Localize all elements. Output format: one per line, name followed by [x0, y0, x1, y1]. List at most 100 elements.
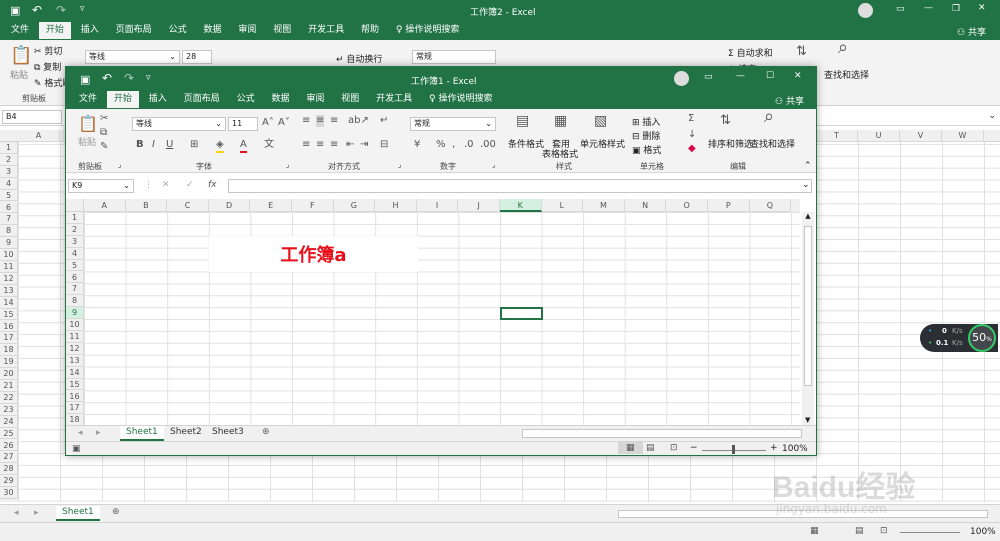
front-tab-view[interactable]: 视图 — [334, 91, 366, 108]
back-row-header[interactable]: 2 — [0, 153, 18, 166]
front-col-header[interactable]: I — [416, 199, 459, 212]
back-row-header[interactable]: 6 — [0, 201, 18, 214]
front-zoom-thumb[interactable] — [732, 445, 735, 454]
back-row-header[interactable]: 27 — [0, 451, 18, 464]
back-zoom-level[interactable]: 100% — [970, 527, 996, 537]
tab-page-layout[interactable]: 页面布局 — [109, 22, 159, 39]
back-row-header[interactable]: 26 — [0, 439, 18, 452]
front-row-header[interactable]: 17 — [66, 402, 84, 415]
front-tab-data[interactable]: 数据 — [264, 91, 296, 108]
back-font-name-select[interactable]: 等线 ⌄ — [85, 50, 180, 64]
back-col-header[interactable]: W — [942, 130, 984, 142]
back-font-size-select[interactable]: 28 — [182, 50, 212, 64]
formula-input[interactable] — [228, 179, 812, 193]
conditional-format-label[interactable]: 条件格式 — [508, 137, 544, 150]
front-font-size-select[interactable]: 11 — [228, 117, 258, 131]
front-tell-me-search[interactable]: ♀ 操作说明搜索 — [422, 91, 499, 108]
back-row-header[interactable]: 14 — [0, 296, 18, 309]
front-col-header[interactable]: M — [583, 199, 625, 212]
back-col-header[interactable]: T — [816, 130, 858, 142]
insert-function-icon[interactable]: fx — [208, 180, 217, 190]
front-tab-insert[interactable]: 插入 — [142, 91, 174, 108]
scroll-down-icon[interactable]: ▼ — [805, 416, 810, 424]
front-name-box[interactable]: K9 ⌄ — [68, 179, 134, 193]
cells-insert-button[interactable]: ⊞ 插入 — [632, 115, 660, 128]
wrap-text-button[interactable]: ↵ 自动换行 — [336, 52, 382, 65]
font-launcher-icon[interactable]: ⌟ — [286, 161, 289, 169]
front-row-header[interactable]: 12 — [66, 342, 84, 355]
undo-icon[interactable]: ↶ — [32, 3, 42, 17]
front-row-header[interactable]: 9 — [66, 307, 84, 320]
front-tab-next-icon[interactable]: ▸ — [96, 428, 101, 438]
back-find-icon[interactable]: ⌕ — [838, 39, 848, 57]
back-row-header[interactable]: 9 — [0, 237, 18, 250]
comma-icon[interactable]: , — [452, 139, 455, 151]
back-page-break-icon[interactable]: ⊡ — [880, 526, 888, 536]
front-row-header[interactable]: 1 — [66, 212, 84, 224]
front-zoom-in-icon[interactable]: + — [770, 443, 778, 453]
currency-icon[interactable]: ¥ — [414, 139, 420, 151]
front-close-icon[interactable]: ✕ — [794, 71, 802, 81]
front-user-avatar[interactable] — [674, 71, 689, 86]
back-sheet-tab-1[interactable]: Sheet1 — [56, 506, 100, 521]
autosum-button[interactable]: Σ 自动求和 — [728, 46, 773, 59]
scroll-up-icon[interactable]: ▲ — [802, 212, 814, 220]
front-row-header[interactable]: 6 — [66, 271, 84, 284]
wrap-text-icon[interactable]: ↵ — [380, 115, 388, 127]
front-sigma-icon[interactable]: Σ — [688, 113, 694, 125]
border-icon[interactable]: ⊞ — [190, 139, 198, 151]
front-save-icon[interactable]: ▣ — [80, 73, 90, 86]
align-top-icon[interactable]: ≡ — [302, 115, 310, 127]
front-sheet-tab-1[interactable]: Sheet1 — [120, 426, 164, 441]
tab-review[interactable]: 审阅 — [231, 22, 263, 39]
front-col-header[interactable]: Q — [749, 199, 792, 212]
enter-formula-icon[interactable]: ✓ — [186, 180, 194, 190]
back-row-header[interactable]: 19 — [0, 356, 18, 369]
back-row-header[interactable]: 5 — [0, 189, 18, 202]
front-find-icon[interactable]: ⌕ — [764, 108, 774, 126]
decrease-font-icon[interactable]: A˅ — [278, 117, 290, 129]
paste-icon[interactable]: 📋 — [10, 46, 32, 66]
front-tab-file[interactable]: 文件 — [72, 91, 104, 108]
front-font-name-select[interactable]: 等线 ⌄ — [132, 117, 226, 131]
front-paste-icon[interactable]: 📋 — [78, 115, 98, 133]
front-ribbon-display-icon[interactable]: ▭ — [704, 72, 713, 82]
format-table-label-2[interactable]: 表格格式 — [542, 147, 578, 160]
back-row-header[interactable]: 24 — [0, 415, 18, 428]
front-row-header[interactable]: 13 — [66, 354, 84, 367]
tab-data[interactable]: 数据 — [196, 22, 228, 39]
front-row-header[interactable]: 11 — [66, 331, 84, 343]
indent-increase-icon[interactable]: ⇥ — [360, 139, 368, 151]
back-row-header[interactable]: 11 — [0, 261, 18, 273]
front-cells[interactable] — [84, 212, 800, 425]
front-sort-icon[interactable]: ⇅ — [720, 114, 731, 127]
front-col-header[interactable]: N — [624, 199, 667, 212]
redo-icon[interactable]: ↷ — [56, 3, 66, 17]
increase-font-icon[interactable]: A˄ — [262, 117, 274, 129]
front-sheet-tab-2[interactable]: Sheet2 — [164, 426, 208, 439]
front-row-header[interactable]: 5 — [66, 259, 84, 272]
back-row-header[interactable]: 22 — [0, 391, 18, 404]
back-tab-prev-icon[interactable]: ◂ — [14, 508, 19, 518]
cell-styles-icon[interactable]: ▧ — [594, 114, 607, 128]
tab-developer[interactable]: 开发工具 — [301, 22, 351, 39]
front-fill-icon[interactable]: ↓ — [688, 129, 696, 141]
back-row-header[interactable]: 21 — [0, 380, 18, 392]
back-zoom-slider[interactable] — [900, 532, 960, 533]
front-tab-formulas[interactable]: 公式 — [230, 91, 262, 108]
merged-cell[interactable]: 工作簿a — [209, 236, 418, 272]
front-copy-icon[interactable]: ⧉ — [100, 127, 107, 139]
front-col-header[interactable]: H — [375, 199, 417, 212]
back-normal-view-icon[interactable]: ▦ — [810, 526, 819, 536]
merge-center-icon[interactable]: ⊟ — [380, 139, 388, 151]
decrease-decimal-icon[interactable]: .00 — [480, 139, 496, 151]
align-left-icon[interactable]: ≡ — [302, 139, 310, 151]
clipboard-launcher-icon[interactable]: ⌟ — [118, 161, 121, 169]
front-row-header[interactable]: 15 — [66, 378, 84, 391]
back-row-header[interactable]: 15 — [0, 308, 18, 321]
indent-decrease-icon[interactable]: ⇤ — [346, 139, 354, 151]
font-color-icon[interactable]: A — [240, 139, 247, 153]
back-col-header[interactable]: V — [900, 130, 942, 142]
front-row-header[interactable]: 16 — [66, 390, 84, 403]
front-col-header[interactable]: J — [458, 199, 500, 212]
